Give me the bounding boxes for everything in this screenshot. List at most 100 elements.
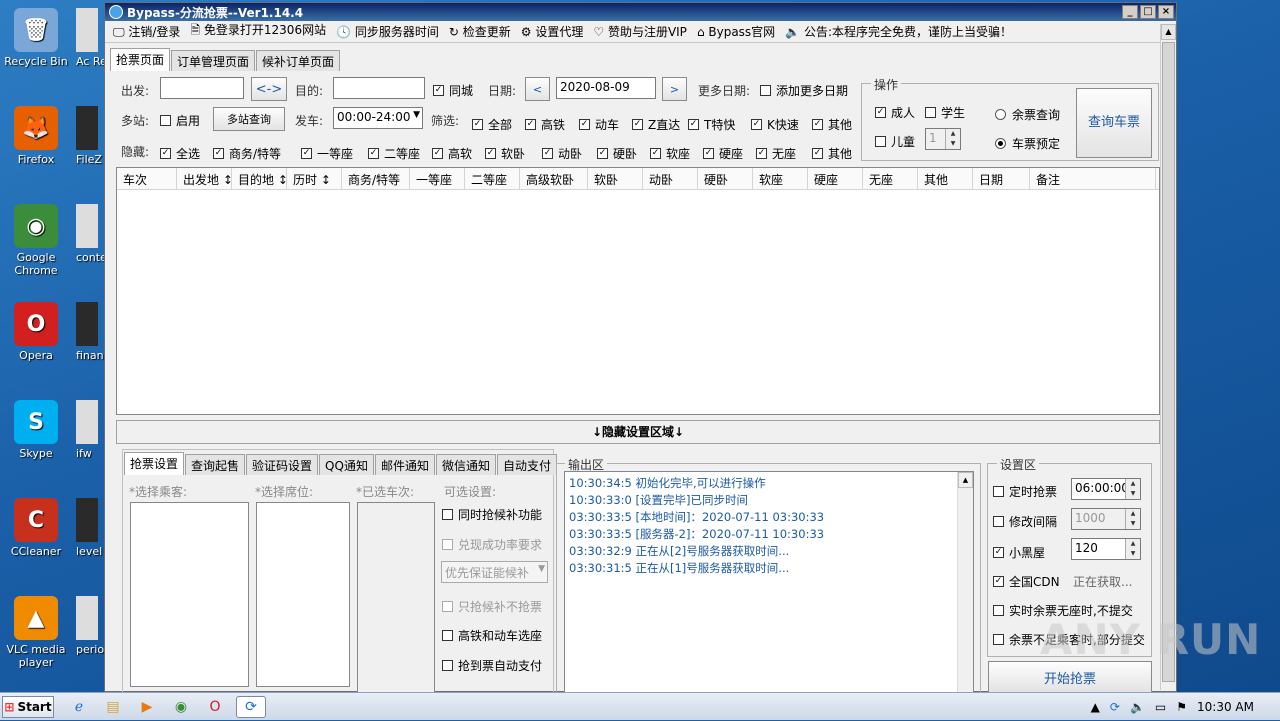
filter-checkbox[interactable]: 动车 [579,116,619,133]
window-scrollbar[interactable]: ▲ [1160,24,1176,690]
multi-station-query-button[interactable]: 多站查询 [213,107,285,131]
column-header[interactable]: 出发地 ↕ [177,168,232,189]
explorer-icon[interactable]: ▤ [100,696,126,718]
toggle-settings-area-bar[interactable]: ↓隐藏设置区域↓ [116,420,1160,444]
column-header[interactable]: 硬卧 [698,168,753,189]
optional-setting-checkbox[interactable]: 同时抢候补功能 [442,506,542,523]
subtab-0[interactable]: 抢票设置 [124,452,185,475]
column-header[interactable]: 其他 [918,168,973,189]
column-header[interactable]: 一等座 [410,168,465,189]
hide-checkbox[interactable]: 软座 [650,145,690,162]
interval-stepper[interactable]: 1000 ▲ ▼ [1071,508,1141,530]
booking-radio[interactable]: 车票预定 [995,135,1060,152]
bypass-tray-icon[interactable]: ⟳ [1110,700,1120,714]
seat-list[interactable] [256,502,350,687]
bypass-taskbar-button[interactable]: ⟳ [236,696,266,718]
network-icon[interactable]: ▭ [1155,700,1166,714]
modify-interval-checkbox[interactable]: 修改间隔 [993,513,1057,530]
hide-checkbox[interactable]: 二等座 [368,145,420,162]
column-header[interactable]: 商务/特等 [342,168,410,189]
desktop-icon-partial[interactable]: FileZ [76,106,106,166]
menu-login[interactable]: 🖵 注销/登录 [113,23,180,40]
log-scrollbar[interactable]: ▲ [957,472,973,692]
same-city-checkbox[interactable]: 同城 [433,82,473,99]
desktop-icon-partial[interactable]: conte [76,204,106,264]
hide-checkbox[interactable]: 软卧 [485,145,525,162]
child-checkbox[interactable]: 儿童 [875,133,915,150]
menu-official-site[interactable]: ⌂ Bypass官网 [697,23,775,40]
to-station-input[interactable] [333,77,425,99]
child-count-stepper[interactable]: 1 ▲ ▼ [925,128,961,150]
desktop-icon-partial[interactable]: Ac Rea [76,8,106,68]
priority-select[interactable]: 优先保证能候补 ▼ [441,561,548,583]
menu-open-12306[interactable]: 🗎 免登录打开12306网站 [190,21,326,42]
optional-setting-checkbox[interactable]: 只抢候补不抢票 [442,598,542,615]
subtab-6[interactable]: 自动支付 [496,454,557,475]
filter-checkbox[interactable]: 高铁 [525,116,565,133]
desktop-icon-firefox[interactable]: 🦊 Firefox [0,106,72,166]
add-more-dates-checkbox[interactable]: 添加更多日期 [760,82,848,99]
start-grab-button[interactable]: 开始抢票 [988,661,1152,693]
desktop-icon-ccleaner[interactable]: C CCleaner [0,498,72,558]
maximize-button[interactable]: □ [1140,5,1156,19]
column-header[interactable]: 软座 [753,168,808,189]
hide-checkbox[interactable]: 全选 [160,145,200,162]
filter-checkbox[interactable]: K快速 [751,116,799,133]
column-header[interactable]: 日期 [973,168,1030,189]
opera-icon[interactable]: O [202,696,228,718]
selected-trains-list[interactable] [357,502,435,693]
desktop-icon-partial[interactable]: period [76,596,106,656]
tab-order-management[interactable]: 订单管理页面 [171,50,256,71]
timed-grab-checkbox[interactable]: 定时抢票 [993,483,1057,500]
output-log[interactable]: 10:30:34:5 初始化完毕,可以进行操作 10:30:33:0 [设置完毕]… [564,471,974,693]
column-header[interactable]: 高级软卧 [520,168,588,189]
subtab-5[interactable]: 微信通知 [435,454,496,475]
start-button[interactable]: ⊞ Start [2,696,54,718]
scroll-thumb[interactable] [1162,42,1175,682]
ie-icon[interactable]: ℯ [66,696,92,718]
hide-checkbox[interactable]: 无座 [756,145,796,162]
hide-checkbox[interactable]: 其他 [812,145,852,162]
tray-expand-icon[interactable]: ▲ [1091,700,1100,714]
column-header[interactable]: 历时 ↕ [287,168,342,189]
optional-setting-checkbox[interactable]: 高铁和动车选座 [442,627,542,644]
hide-checkbox[interactable]: 动卧 [542,145,582,162]
filter-checkbox[interactable]: 其他 [812,116,852,133]
desktop-icon-partial[interactable]: financ [76,302,106,362]
desktop-icon-partial[interactable]: level [76,498,106,558]
scroll-up-icon[interactable]: ▲ [1161,24,1176,40]
column-header[interactable]: 车次 [117,168,177,189]
desktop-icon-opera[interactable]: O Opera [0,302,72,362]
multi-station-enable-checkbox[interactable]: 启用 [160,112,200,129]
column-header[interactable]: 动卧 [643,168,698,189]
query-tickets-button[interactable]: 查询车票 [1076,88,1152,158]
menu-check-update[interactable]: ↻ 检查更新 [449,23,511,40]
menu-sync-time[interactable]: 🕓 同步服务器时间 [336,23,439,40]
subtab-2[interactable]: 验证码设置 [246,454,319,475]
depart-time-select[interactable]: 00:00-24:00 ▼ [333,107,423,129]
desktop-icon-recycle-bin[interactable]: 🗑 Recycle Bin [0,8,72,68]
train-results-table[interactable]: 车次 出发地 ↕ 目的地 ↕ 历时 ↕ 商务/特等 一等座 二等座 高级软卧 软卧 动卧 硬卧 软座硬… [116,167,1160,415]
subtab-4[interactable]: 邮件通知 [374,454,435,475]
swap-button[interactable]: <-> [251,77,287,101]
chrome-icon[interactable]: ◉ [168,696,194,718]
subtab-3[interactable]: QQ通知 [319,454,374,475]
adult-checkbox[interactable]: 成人 [875,104,915,121]
media-player-icon[interactable]: ▶ [134,696,160,718]
student-checkbox[interactable]: 学生 [925,104,965,121]
from-station-input[interactable] [160,77,244,99]
filter-checkbox[interactable]: 全部 [472,116,512,133]
desktop-icon-partial[interactable]: ifw [76,400,106,460]
next-date-button[interactable]: > [662,77,687,101]
column-header[interactable]: 二等座 [465,168,520,189]
flag-icon[interactable]: ⚑ [1176,700,1187,714]
hide-checkbox[interactable]: 一等座 [301,145,353,162]
subtab-1[interactable]: 查询起售 [185,454,246,475]
blackroom-checkbox[interactable]: 小黑屋 [993,544,1045,561]
close-button[interactable]: × [1158,5,1174,19]
column-header[interactable]: 无座 [863,168,918,189]
menu-sponsor[interactable]: ♡ 赞助与注册VIP [593,23,687,40]
menu-proxy[interactable]: ⚙ 设置代理 [521,23,584,40]
prev-date-button[interactable]: < [525,77,550,101]
clock[interactable]: 10:30 AM [1197,700,1254,714]
